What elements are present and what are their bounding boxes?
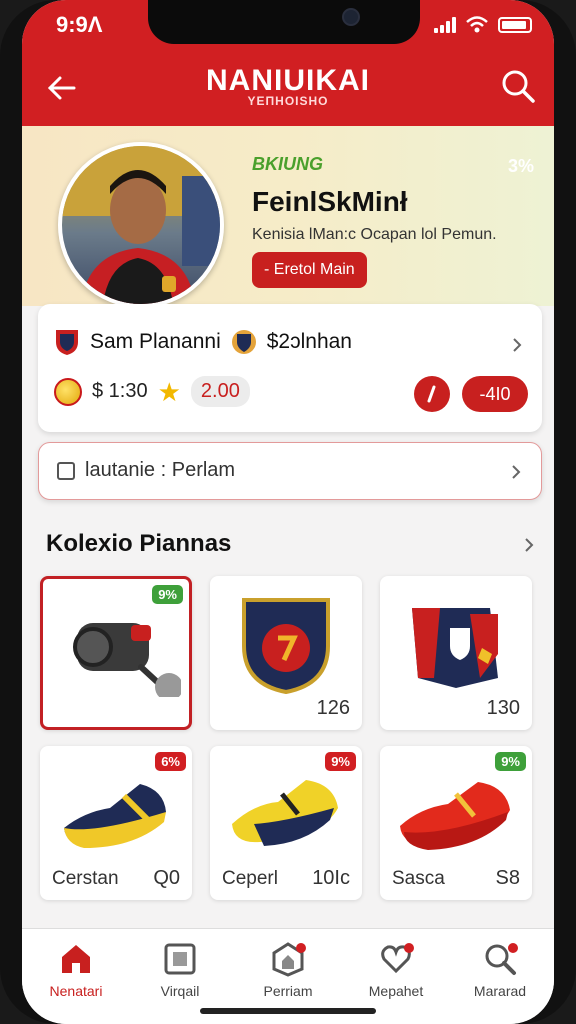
collection-tile[interactable]: 9% Sasca S8 — [380, 746, 532, 900]
chevron-right-icon[interactable] — [507, 463, 525, 481]
app-title: NANIUIKAI — [206, 64, 370, 97]
player-photo — [62, 146, 220, 304]
nav-label: Virqail — [160, 983, 200, 999]
app-subtitle: YEΠHOISHO — [247, 94, 329, 108]
hero-badge: BKIUNG — [252, 154, 323, 174]
search-icon[interactable] — [496, 64, 540, 108]
flag-icon — [412, 608, 498, 688]
stats-row: $ 1:30 ★ 2.00 — [54, 376, 250, 407]
club-name: Sam Plananni — [90, 330, 221, 353]
club-shield-icon — [56, 330, 78, 355]
filter-row: lautanie : Perlam — [57, 459, 235, 482]
player-avatar[interactable] — [58, 142, 224, 308]
collection-tile[interactable]: 6% Cerstan Q0 — [40, 746, 192, 900]
status-time: 9:9Λ — [56, 12, 103, 37]
player-description: Kenisia lMan:c Ocapan lol Pemun. — [252, 226, 497, 243]
star-icon: ★ — [157, 376, 181, 407]
nav-item-mararad[interactable]: Mararad — [450, 941, 550, 999]
nav-item-home[interactable]: Nenatari — [26, 941, 126, 999]
nav-item-virqail[interactable]: Virqail — [130, 941, 230, 999]
battery-icon — [498, 17, 532, 33]
status-icons — [434, 16, 532, 34]
collection-tile[interactable]: 9% — [40, 576, 192, 730]
boot-icon — [232, 780, 338, 846]
stats-card[interactable]: Sam Plananni $2ɔlnhan $ 1:30 ★ 2.00 -4I0 — [38, 304, 542, 432]
wifi-icon — [466, 16, 488, 33]
notification-dot — [296, 943, 306, 953]
notch — [148, 0, 420, 44]
boot-icon — [64, 784, 166, 848]
gear-item-icon — [73, 623, 181, 697]
boot-icon — [400, 782, 510, 850]
section-title: Kolexio Piannas — [46, 530, 232, 557]
club-value: $2ɔlnhan — [266, 330, 352, 353]
notification-dot — [508, 943, 518, 953]
tile-name: Cerstan — [52, 868, 119, 889]
pencil-icon — [427, 385, 436, 403]
chevron-right-icon[interactable] — [508, 336, 526, 354]
app-bar: NANIUIKAI YEΠHOISHO — [22, 56, 554, 126]
tile-name: Sasca — [392, 868, 445, 889]
status-bar: 9:9Λ — [22, 0, 554, 56]
team-crest-icon — [231, 330, 256, 354]
tile-name: Ceperl — [222, 868, 278, 889]
screen: 9:9Λ NANIUIKAI YEΠHOISHO BKIUNG 3% Feinl… — [22, 0, 554, 1024]
nav-label: Mararad — [473, 983, 527, 999]
nav-label: Nenatari — [49, 983, 103, 999]
coin-icon — [54, 377, 82, 406]
collection-tile[interactable]: 9% Ceperl 10Ic — [210, 746, 362, 900]
edit-main-button[interactable]: - Eretol Main — [252, 252, 367, 288]
crest-icon — [242, 598, 330, 694]
tile-number: 10Ic — [312, 867, 350, 889]
home-icon — [62, 945, 90, 973]
notification-dot — [404, 943, 414, 953]
frame-icon — [164, 943, 196, 975]
edit-icon-button[interactable] — [414, 376, 450, 412]
signal-icon — [434, 17, 456, 33]
nav-label: Mepahet — [368, 983, 424, 999]
checkbox[interactable] — [57, 461, 75, 480]
nav-label: Perriam — [263, 983, 313, 999]
section-chevron-icon[interactable] — [520, 536, 538, 554]
player-name: FeinlSkMinł — [252, 186, 408, 217]
profile-hero: BKIUNG 3% FeinlSkMinł Kenisia lMan:c Oca… — [22, 126, 554, 308]
nav-item-perriam[interactable]: Perriam — [238, 941, 338, 999]
filter-label: lautanie : Perlam — [85, 459, 236, 481]
nav-item-mepahet[interactable]: Mepahet — [346, 941, 446, 999]
tile-number: 130 — [486, 697, 520, 719]
club-row: Sam Plananni $2ɔlnhan — [54, 328, 352, 356]
collection-tile[interactable]: 126 — [210, 576, 362, 730]
value-pill-button[interactable]: -4I0 — [462, 376, 528, 412]
camera — [342, 8, 360, 26]
phone-frame: 9:9Λ NANIUIKAI YEΠHOISHO BKIUNG 3% Feinl… — [0, 0, 576, 1024]
filter-card[interactable]: lautanie : Perlam — [38, 442, 542, 500]
tile-number: S8 — [495, 867, 520, 889]
hero-badge-percent: 3% — [507, 156, 534, 176]
tile-number: 126 — [316, 697, 350, 719]
rating-pill: 2.00 — [190, 376, 250, 407]
coins-value: $ 1:30 — [92, 380, 148, 402]
collection-tile[interactable]: 130 — [380, 576, 532, 730]
tile-number: Q0 — [153, 867, 180, 889]
home-indicator — [200, 1008, 376, 1014]
